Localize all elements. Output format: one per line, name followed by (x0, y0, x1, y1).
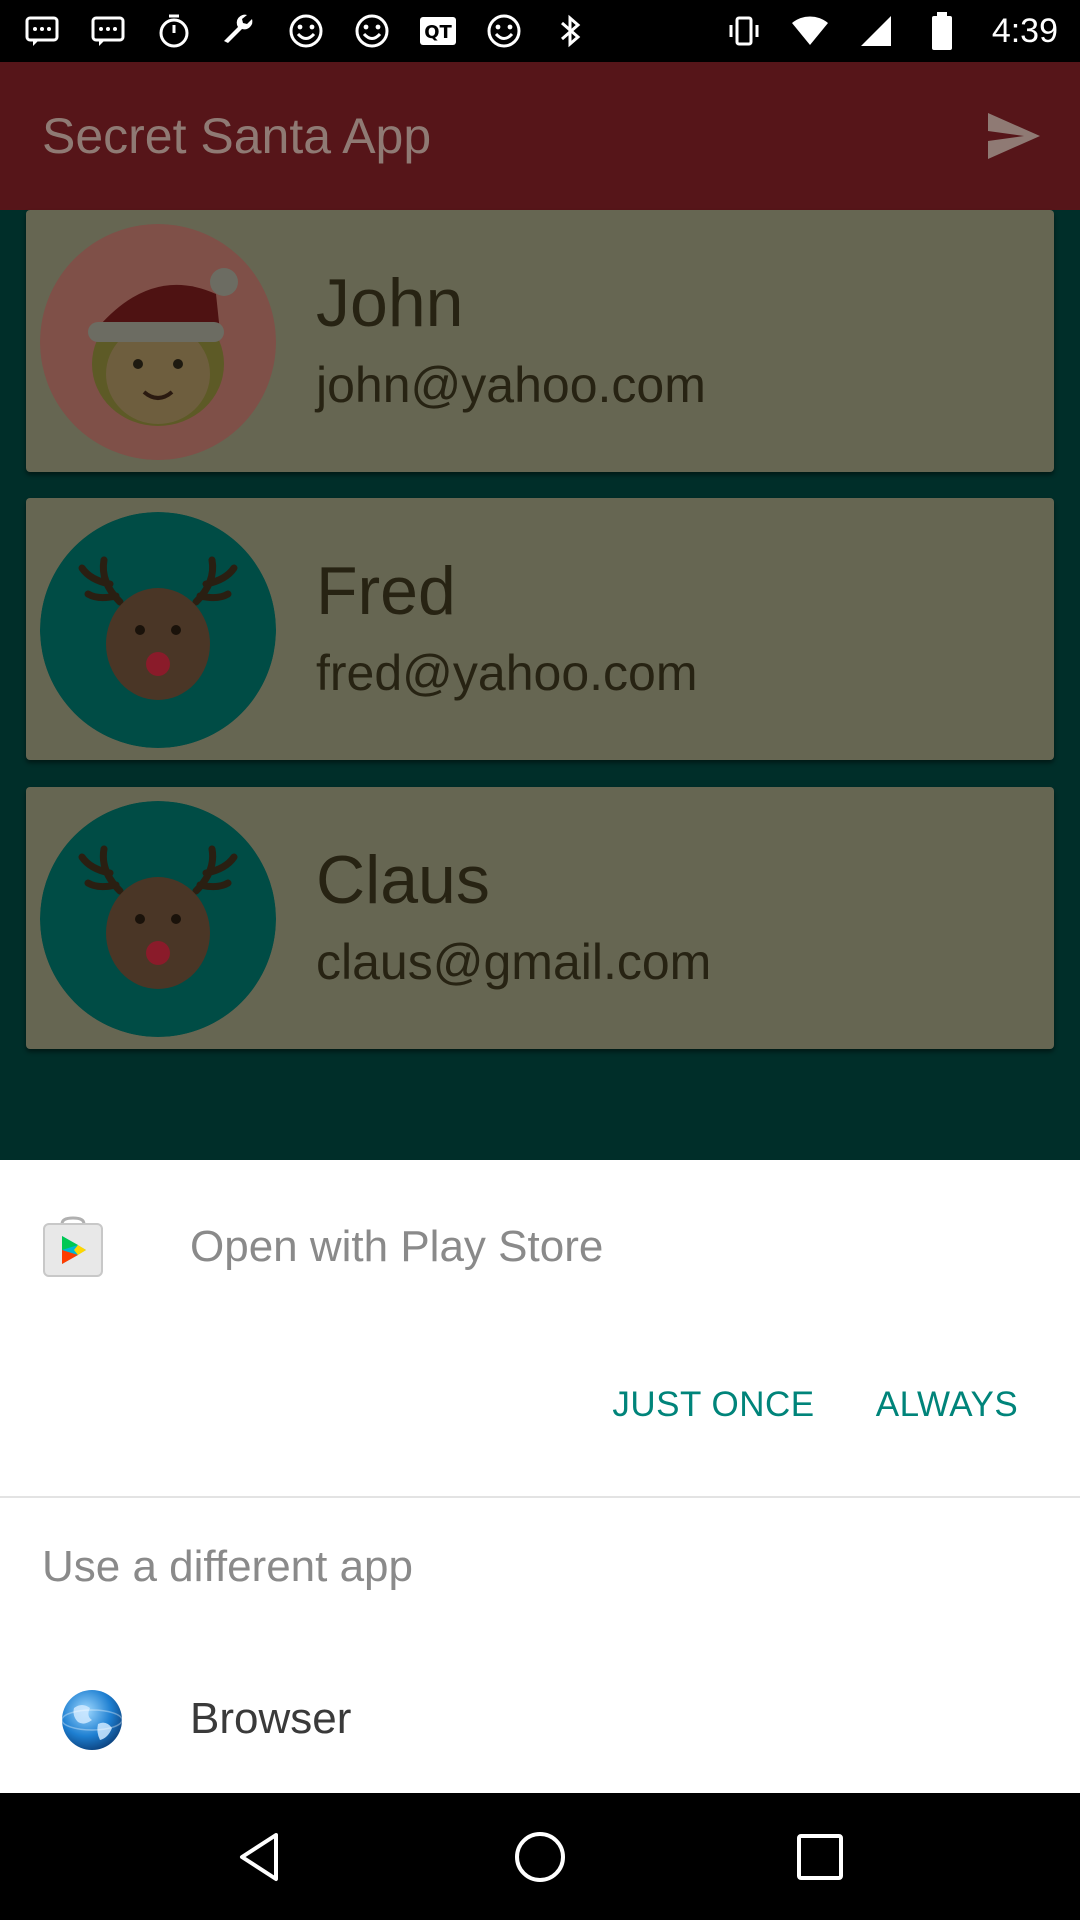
clock: 4:39 (991, 11, 1058, 50)
status-left-icons: QT (22, 11, 590, 51)
navigation-bar (0, 1793, 1080, 1920)
smiley-icon (484, 11, 524, 51)
open-with-title: Open with Play Store (190, 1222, 604, 1271)
notification-icon (22, 11, 62, 51)
app-bar: Secret Santa App (0, 62, 1080, 210)
wifi-icon (790, 11, 830, 51)
signal-icon (856, 11, 896, 51)
back-icon (240, 1832, 278, 1881)
home-button[interactable] (500, 1817, 580, 1897)
contact-name: Claus (316, 842, 490, 918)
use-different-app-label: Use a different app (42, 1542, 413, 1591)
contact-card[interactable]: John john@yahoo.com (26, 210, 1054, 472)
vibrate-icon (724, 11, 764, 51)
send-icon (988, 113, 1040, 159)
wrench-icon (220, 11, 260, 51)
smiley-icon (352, 11, 392, 51)
reindeer-avatar (40, 801, 276, 1037)
contact-list: John john@yahoo.com Fred fred@yahoo.com (0, 210, 1080, 1160)
open-with-row: Open with Play Store (0, 1160, 1080, 1330)
play-store-icon (40, 1216, 106, 1278)
contact-card[interactable]: Claus claus@gmail.com (26, 787, 1054, 1049)
contact-email: john@yahoo.com (316, 357, 706, 413)
status-right-icons: 4:39 (724, 11, 1058, 51)
svg-text:QT: QT (424, 22, 452, 43)
recents-button[interactable] (780, 1817, 860, 1897)
open-with-dialog: Open with Play Store JUST ONCE ALWAYS Us… (0, 1160, 1080, 1793)
contact-card[interactable]: Fred fred@yahoo.com (26, 498, 1054, 760)
santa-girl-avatar (40, 224, 276, 460)
back-button[interactable] (220, 1817, 300, 1897)
reindeer-avatar (40, 512, 276, 748)
just-once-button[interactable]: JUST ONCE (606, 1370, 821, 1440)
bluetooth-icon (550, 11, 590, 51)
app-title: Secret Santa App (42, 108, 432, 164)
browser-option[interactable]: Browser (0, 1660, 1080, 1780)
smiley-icon (286, 11, 326, 51)
battery-icon (922, 11, 962, 51)
contact-name: John (316, 265, 464, 341)
contact-email: fred@yahoo.com (316, 645, 698, 701)
qt-app-icon: QT (418, 11, 458, 51)
send-button[interactable] (982, 104, 1046, 168)
browser-label: Browser (190, 1694, 352, 1743)
home-icon (515, 1831, 565, 1882)
globe-icon (60, 1688, 124, 1752)
recents-icon (797, 1833, 843, 1880)
contact-email: claus@gmail.com (316, 934, 712, 990)
always-button[interactable]: ALWAYS (862, 1370, 1032, 1440)
timer-icon (154, 11, 194, 51)
divider (0, 1496, 1080, 1498)
contact-name: Fred (316, 553, 456, 629)
status-bar: QT 4:39 (0, 0, 1080, 62)
notification-icon (88, 11, 128, 51)
